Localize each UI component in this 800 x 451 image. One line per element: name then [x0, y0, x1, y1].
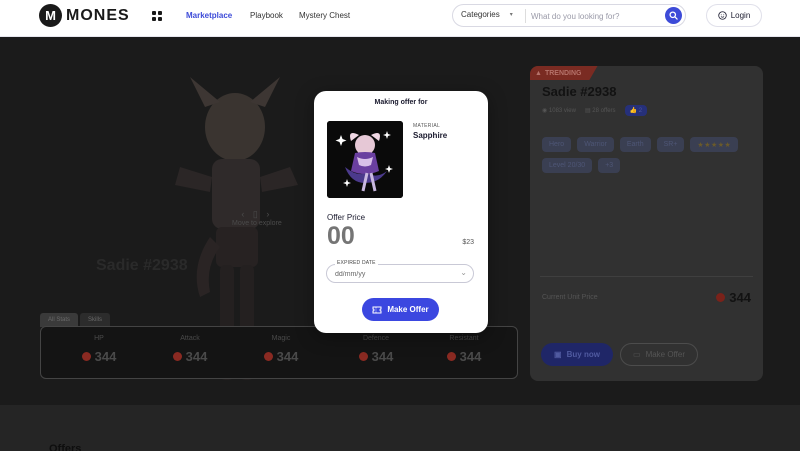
stat-value: 344 — [459, 349, 482, 364]
brand-name: MONES — [66, 6, 130, 24]
search-bar: Categories ▾ — [452, 4, 686, 27]
coin-icon — [716, 293, 726, 302]
modal-title: Making offer for — [374, 99, 428, 106]
category-label: Categories — [461, 10, 500, 19]
stat-label: Defence — [362, 335, 390, 342]
stat-label: Magic — [271, 335, 291, 342]
make-offer-secondary-button[interactable]: ▭ Make Offer — [620, 343, 698, 366]
login-button[interactable]: Login — [706, 4, 762, 27]
stat-label: Resistant — [449, 335, 479, 342]
nav-playbook[interactable]: Playbook — [250, 11, 283, 20]
eye-icon: ◉ — [542, 108, 548, 114]
expired-date-field[interactable]: EXPIRED DATE ⌄ — [326, 260, 474, 283]
ticket-icon — [372, 306, 382, 313]
top-navbar: M MONES Marketplace Playbook Mystery Che… — [0, 0, 800, 37]
trending-badge: ▲ TRENDING — [530, 66, 598, 80]
stat-value: 344 — [185, 349, 208, 364]
search-input[interactable] — [531, 9, 656, 23]
like-button[interactable]: 👍 2 — [624, 105, 648, 116]
tag-rarity: SR+ — [656, 137, 685, 152]
offers-count: ▤ 28 offers — [584, 108, 616, 114]
buy-now-button[interactable]: ▣ Buy now — [541, 343, 613, 366]
thumbs-up-icon: 👍 — [629, 108, 638, 114]
tag-more[interactable]: +3 — [598, 158, 621, 173]
item-thumbnail — [327, 121, 403, 198]
price-value: 344 — [729, 290, 751, 305]
stat-attack: Attack 344 — [155, 335, 225, 364]
attribute-tags: Hero Warrior Earth SR+ ★★★★★ Level 20/30… — [542, 137, 752, 173]
expired-date-input[interactable] — [335, 268, 445, 280]
coin-icon — [358, 352, 368, 361]
explore-hint-text: Move to explore — [232, 220, 282, 227]
chevron-down-icon[interactable]: ⌄ — [460, 268, 467, 277]
explore-hint: ‹ ▯ › Move to explore — [232, 209, 282, 227]
logo-icon: M — [39, 4, 62, 27]
stat-value: 344 — [371, 349, 394, 364]
star-rating-icon: ★★★★★ — [690, 137, 739, 152]
coin-icon — [263, 352, 273, 361]
material-label: MATERIAL — [413, 123, 441, 129]
views-count: ◉ 1083 view — [542, 108, 576, 114]
category-dropdown[interactable]: Categories ▾ — [461, 10, 513, 19]
make-offer-button[interactable]: Make Offer — [362, 298, 439, 321]
tag-element: Earth — [619, 137, 651, 152]
character-name-ghost: Sadie #2938 — [96, 257, 188, 274]
usd-equivalent: $23 — [462, 239, 474, 246]
tag-class: Hero — [542, 137, 572, 152]
stat-hp: HP 344 — [64, 335, 134, 364]
make-offer-label: Make Offer — [645, 350, 685, 359]
login-label: Login — [730, 11, 751, 20]
search-icon — [669, 11, 678, 20]
stat-resistant: Resistant 344 — [429, 335, 499, 364]
ticket-icon: ▭ — [633, 350, 641, 359]
offers-heading: Offers — [49, 443, 82, 451]
tag-icon: ▤ — [584, 108, 591, 114]
grid-menu-icon[interactable] — [152, 11, 162, 21]
tag-role: Warrior — [577, 137, 614, 152]
search-button[interactable] — [665, 7, 682, 24]
coin-icon — [172, 352, 182, 361]
character-thumbnail-image — [327, 121, 403, 198]
product-meta: ◉ 1083 view ▤ 28 offers 👍 2 — [542, 105, 648, 116]
stat-defence: Defence 344 — [341, 335, 411, 364]
chevron-down-icon: ▾ — [509, 12, 513, 18]
stat-label: Attack — [180, 335, 200, 342]
stat-tabs: All Stats Skills — [40, 313, 111, 327]
make-offer-label: Make Offer — [387, 305, 429, 314]
offer-price-input[interactable] — [327, 222, 447, 250]
stat-value: 344 — [276, 349, 299, 364]
product-card: ▲ TRENDING Sadie #2938 ◉ 1083 view ▤ 28 … — [530, 66, 763, 381]
product-title: Sadie #2938 — [542, 84, 617, 99]
fire-icon: ▲ — [535, 69, 542, 77]
user-icon — [718, 11, 727, 20]
coin-icon — [446, 352, 456, 361]
stats-panel: HP 344 Attack 344 Magic 344 Defence 344 … — [40, 326, 518, 379]
brand-logo[interactable]: M MONES — [39, 4, 130, 27]
offer-price-label: Offer Price — [327, 213, 366, 222]
price-row: Current Unit Price 344 — [542, 290, 751, 305]
stat-magic: Magic 344 — [246, 335, 316, 364]
stat-value: 344 — [94, 349, 117, 364]
material-name: Sapphire — [413, 131, 448, 140]
coin-icon — [81, 352, 91, 361]
offers-section: Offers — [0, 405, 800, 451]
price-label: Current Unit Price — [542, 294, 598, 301]
tab-skills[interactable]: Skills — [80, 313, 111, 327]
trending-label: TRENDING — [544, 69, 582, 77]
stat-label: HP — [94, 335, 104, 342]
expired-date-label: EXPIRED DATE — [335, 260, 378, 266]
nav-mystery-chest[interactable]: Mystery Chest — [299, 11, 350, 20]
divider — [540, 276, 753, 277]
make-offer-modal: Making offer for MATERIAL Sapphire Offer… — [314, 91, 488, 333]
cart-icon: ▣ — [554, 350, 562, 359]
tag-level: Level 20/30 — [542, 158, 593, 173]
tab-all-stats[interactable]: All Stats — [40, 313, 79, 327]
buy-now-label: Buy now — [566, 350, 600, 359]
nav-marketplace[interactable]: Marketplace — [186, 11, 232, 20]
swipe-icon: ‹ ▯ › — [241, 209, 273, 219]
divider — [525, 9, 526, 23]
